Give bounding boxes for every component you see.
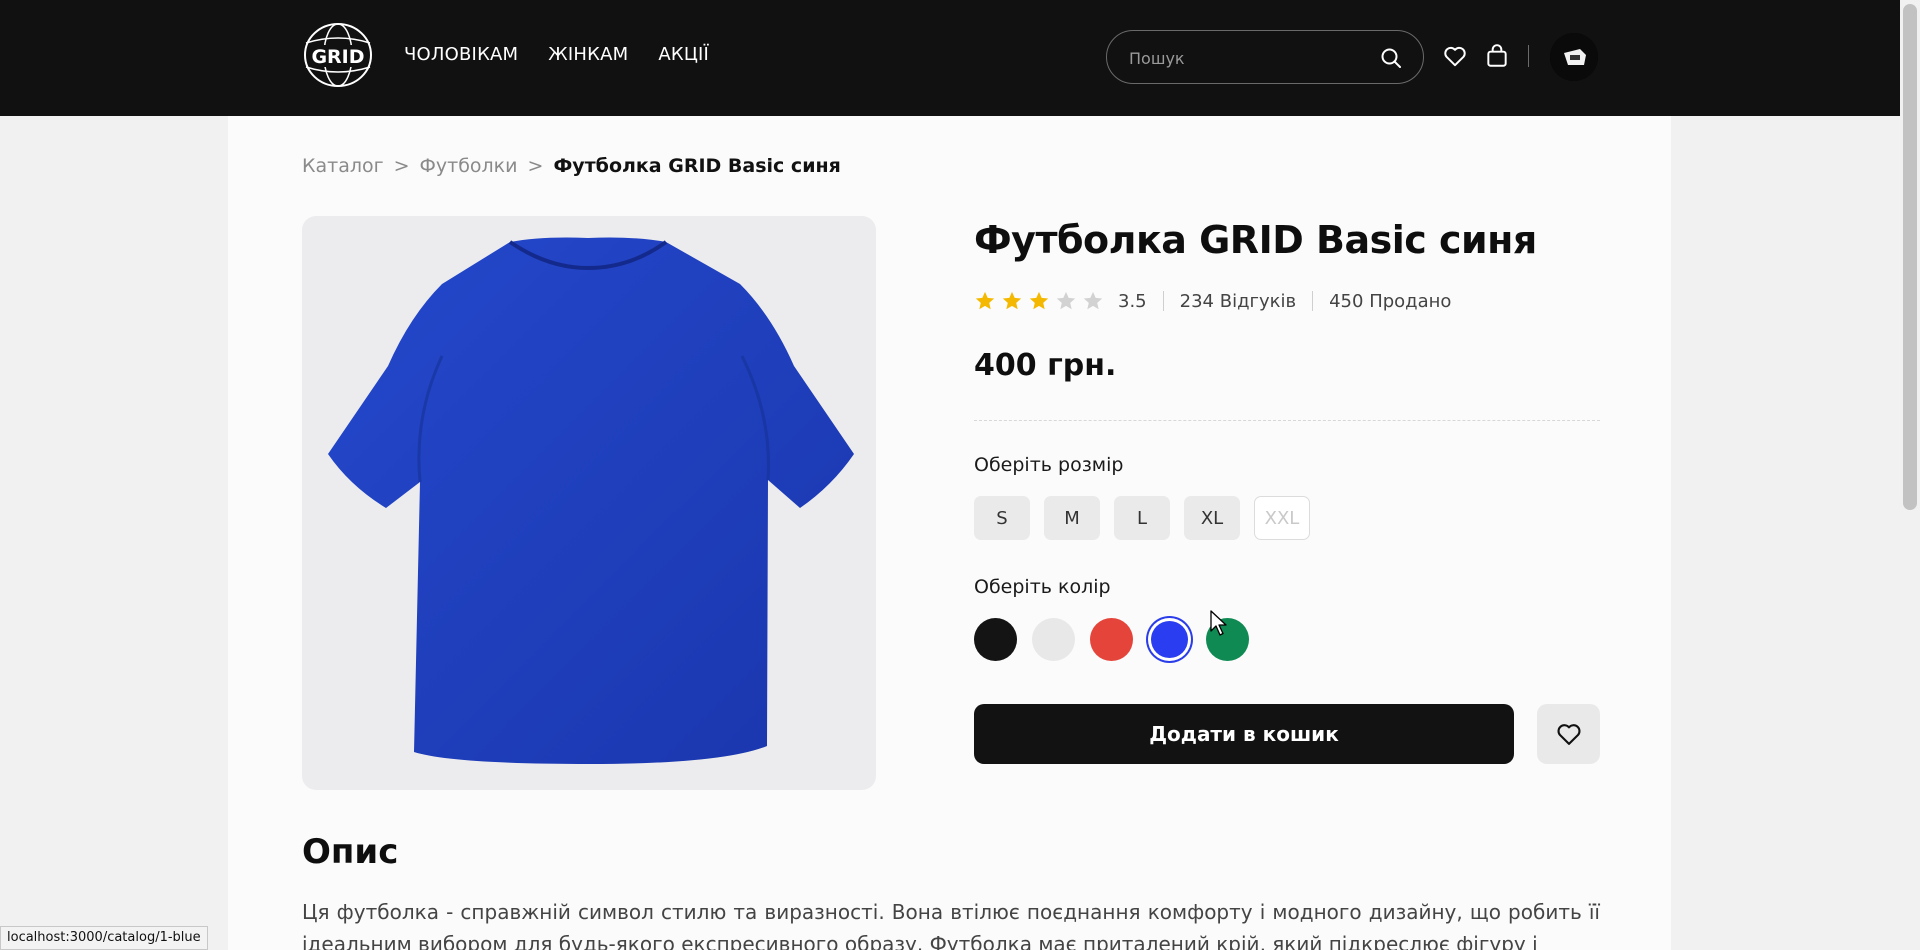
size-option-s[interactable]: S	[974, 496, 1030, 540]
tshirt-image	[328, 237, 854, 764]
scrollbar-thumb[interactable]	[1903, 4, 1917, 510]
size-option-m[interactable]: M	[1044, 496, 1100, 540]
star-icon	[1029, 291, 1049, 310]
size-option-l[interactable]: L	[1114, 496, 1170, 540]
size-label: Оберіть розмір	[974, 454, 1124, 476]
rating-stars	[974, 290, 1104, 312]
mouse-cursor-icon	[1210, 610, 1227, 636]
color-swatch-blue[interactable]	[1151, 621, 1188, 658]
nav-women[interactable]: ЖІНКАМ	[548, 44, 628, 65]
user-avatar[interactable]	[1550, 33, 1598, 81]
rating-value: 3.5	[1118, 290, 1147, 312]
avatar-image	[1550, 33, 1598, 81]
heart-icon[interactable]	[1442, 43, 1468, 69]
product-price: 400 грн.	[974, 348, 1117, 383]
reviews-count[interactable]: 234 Відгуків	[1180, 291, 1296, 312]
add-to-cart-button[interactable]: Додати в кошик	[974, 704, 1514, 764]
breadcrumb-separator: >	[393, 155, 410, 177]
section-divider	[974, 420, 1600, 421]
main-nav: ЧОЛОВІКАМ ЖІНКАМ АКЦІЇ	[404, 44, 709, 65]
sold-count: 450 Продано	[1329, 290, 1452, 312]
breadcrumb-catalog[interactable]: Каталог	[302, 155, 384, 177]
product-rating: 3.5 234 Відгуків 450 Продано	[974, 290, 1451, 312]
star-icon	[1056, 291, 1076, 310]
color-swatch-black[interactable]	[974, 618, 1017, 661]
grid-logo[interactable]: GRID	[302, 21, 374, 89]
logo-text: GRID	[311, 46, 364, 68]
product-image[interactable]	[302, 216, 876, 790]
star-icon	[1083, 291, 1103, 310]
breadcrumb-tshirts[interactable]: Футболки	[420, 155, 518, 177]
header-divider	[1528, 45, 1529, 67]
star-icon	[1002, 291, 1022, 310]
rating-divider	[1162, 291, 1164, 311]
breadcrumb-separator: >	[527, 155, 544, 177]
description-title: Опис	[302, 832, 399, 872]
breadcrumb-current: Футболка GRID Basic синя	[553, 155, 841, 177]
search-box	[1106, 30, 1424, 84]
product-title: Футболка GRID Basic синя	[974, 218, 1537, 262]
breadcrumb: Каталог > Футболки > Футболка GRID Basic…	[302, 155, 841, 177]
size-option-xl[interactable]: XL	[1184, 496, 1240, 540]
color-options	[974, 618, 1249, 661]
add-to-favorites-button[interactable]	[1537, 704, 1600, 764]
heart-icon	[1556, 724, 1581, 745]
search-input[interactable]	[1129, 46, 1369, 70]
rating-divider	[1312, 291, 1314, 311]
color-label: Оберіть колір	[974, 576, 1111, 598]
bag-icon[interactable]	[1484, 43, 1510, 69]
description-text: Ця футболка - справжній символ стилю та …	[302, 900, 1600, 950]
search-icon[interactable]	[1379, 46, 1403, 70]
color-swatch-white[interactable]	[1032, 618, 1075, 661]
size-option-xxl[interactable]: XXL	[1254, 496, 1310, 540]
nav-sales[interactable]: АКЦІЇ	[658, 44, 709, 65]
size-options: S M L XL XXL	[974, 496, 1310, 540]
star-icon	[975, 291, 995, 310]
nav-men[interactable]: ЧОЛОВІКАМ	[404, 44, 518, 65]
color-swatch-red[interactable]	[1090, 618, 1133, 661]
browser-status-url: localhost:3000/catalog/1-blue	[0, 926, 208, 950]
site-header: GRID ЧОЛОВІКАМ ЖІНКАМ АКЦІЇ	[0, 0, 1900, 116]
